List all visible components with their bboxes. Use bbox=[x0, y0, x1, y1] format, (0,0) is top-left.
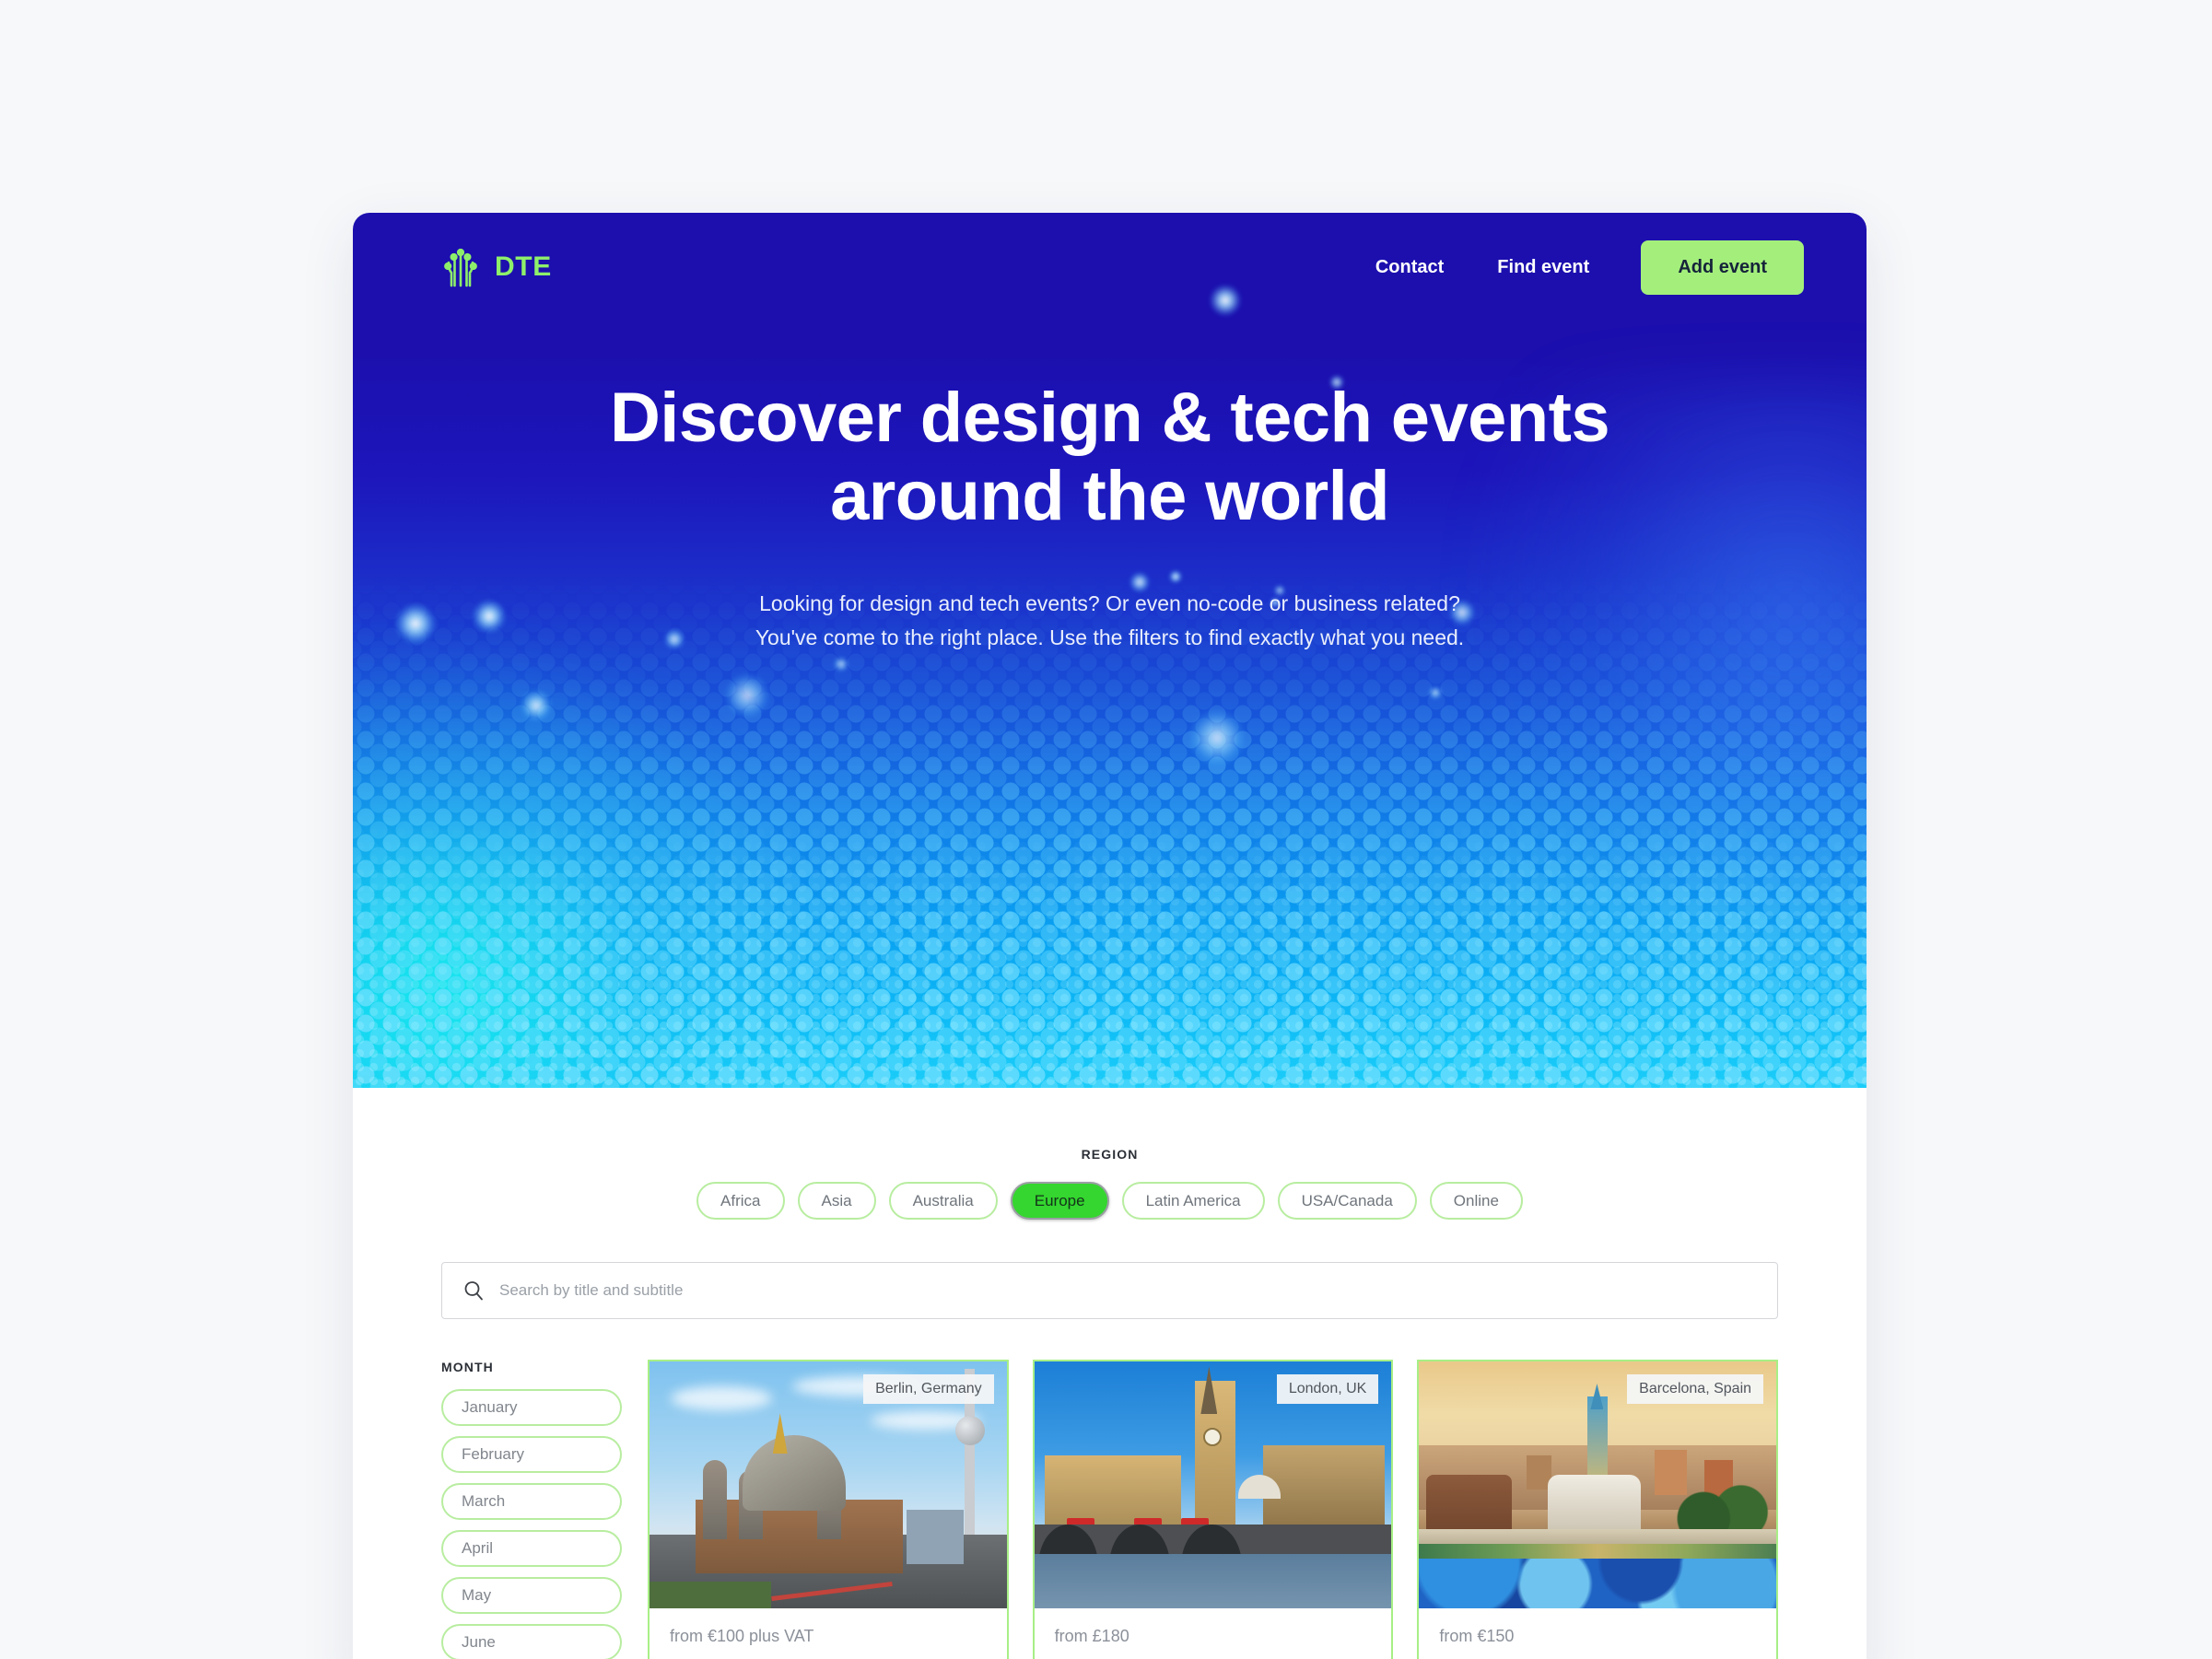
event-card-body: from €100 plus VAT Sx Tech 2020 bbox=[650, 1608, 1007, 1659]
hero-subtitle-line-2: You've come to the right place. Use the … bbox=[755, 625, 1465, 650]
bokeh-orb bbox=[834, 657, 849, 672]
event-card-image: London, UK bbox=[1034, 1361, 1392, 1608]
event-card-grid: Berlin, Germany from €100 plus VAT Sx Te… bbox=[648, 1360, 1779, 1659]
region-chip-europe[interactable]: Europe bbox=[1010, 1182, 1109, 1220]
month-filter-label: MONTH bbox=[441, 1360, 494, 1374]
hero-subtitle-line-1: Looking for design and tech events? Or e… bbox=[759, 591, 1460, 616]
region-chip-usa-canada[interactable]: USA/Canada bbox=[1277, 1182, 1417, 1220]
circuit-logo-icon bbox=[444, 248, 477, 287]
page-root: DTE Contact Find event Add event Discove… bbox=[0, 0, 2212, 1659]
month-pill-february[interactable]: February bbox=[441, 1436, 622, 1473]
event-card[interactable]: Barcelona, Spain from €150 OFFF bbox=[1417, 1360, 1779, 1659]
event-price: from €100 plus VAT bbox=[670, 1627, 814, 1645]
month-pill-march[interactable]: March bbox=[441, 1483, 622, 1520]
event-card-image: Berlin, Germany bbox=[650, 1361, 1007, 1608]
event-card-image: Barcelona, Spain bbox=[1419, 1361, 1777, 1608]
event-card[interactable]: Berlin, Germany from €100 plus VAT Sx Te… bbox=[648, 1360, 1009, 1659]
browser-window: DTE Contact Find event Add event Discove… bbox=[353, 213, 1867, 1659]
bokeh-orb bbox=[521, 690, 552, 721]
region-chip-latin-america[interactable]: Latin America bbox=[1121, 1182, 1265, 1220]
region-filter-label: REGION bbox=[1081, 1147, 1139, 1162]
month-filter-column: MONTH January February March April May J… bbox=[441, 1360, 622, 1659]
nav-links: Contact Find event bbox=[1375, 257, 1589, 278]
hero-title-line-2: around the world bbox=[830, 457, 1389, 536]
region-chip-australia[interactable]: Australia bbox=[888, 1182, 998, 1220]
search-icon bbox=[464, 1281, 483, 1301]
hero-subtitle: Looking for design and tech events? Or e… bbox=[353, 587, 1867, 656]
region-chip-africa[interactable]: Africa bbox=[696, 1182, 785, 1220]
search-input[interactable] bbox=[499, 1281, 1757, 1300]
top-navigation: DTE Contact Find event Add event bbox=[353, 213, 1867, 321]
hero-dot-pattern-fine bbox=[353, 812, 1867, 1088]
region-filter-block: REGION Africa Asia Australia Europe Lati… bbox=[353, 1088, 1867, 1220]
month-pill-may[interactable]: May bbox=[441, 1577, 622, 1614]
hero-section: DTE Contact Find event Add event Discove… bbox=[353, 213, 1867, 1088]
region-chip-asia[interactable]: Asia bbox=[797, 1182, 876, 1220]
bokeh-orb bbox=[1189, 710, 1245, 765]
event-card-body: from €150 OFFF bbox=[1419, 1608, 1776, 1659]
nav-link-find-event[interactable]: Find event bbox=[1497, 257, 1589, 278]
search-box[interactable] bbox=[441, 1262, 1778, 1319]
nav-link-contact[interactable]: Contact bbox=[1375, 257, 1444, 278]
event-card-body: from £180 Ergonomics & Human Factors bbox=[1035, 1608, 1392, 1659]
event-price: from €150 bbox=[1439, 1627, 1515, 1645]
event-location-badge: Berlin, Germany bbox=[863, 1374, 994, 1404]
add-event-button[interactable]: Add event bbox=[1641, 240, 1804, 295]
month-pill-april[interactable]: April bbox=[441, 1530, 622, 1567]
region-chip-list: Africa Asia Australia Europe Latin Ameri… bbox=[353, 1182, 1867, 1220]
search-row bbox=[441, 1262, 1778, 1319]
event-location-badge: Barcelona, Spain bbox=[1627, 1374, 1764, 1404]
content-section: REGION Africa Asia Australia Europe Lati… bbox=[353, 1088, 1867, 1659]
results-area: MONTH January February March April May J… bbox=[441, 1360, 1779, 1659]
brand-logo[interactable]: DTE bbox=[441, 247, 552, 287]
hero-glow-left bbox=[353, 646, 813, 1088]
event-card[interactable]: London, UK from £180 Ergonomics & Human … bbox=[1032, 1360, 1394, 1659]
region-chip-online[interactable]: Online bbox=[1429, 1182, 1523, 1220]
month-pill-january[interactable]: January bbox=[441, 1389, 622, 1426]
event-location-badge: London, UK bbox=[1276, 1374, 1379, 1404]
brand-name: DTE bbox=[495, 251, 552, 282]
bokeh-orb bbox=[1429, 686, 1442, 699]
bokeh-orb bbox=[725, 673, 769, 718]
month-pill-june[interactable]: June bbox=[441, 1624, 622, 1659]
page-title: Discover design & tech events around the… bbox=[502, 379, 1718, 535]
hero-title-line-1: Discover design & tech events bbox=[609, 379, 1610, 457]
event-price: from £180 bbox=[1054, 1627, 1129, 1645]
